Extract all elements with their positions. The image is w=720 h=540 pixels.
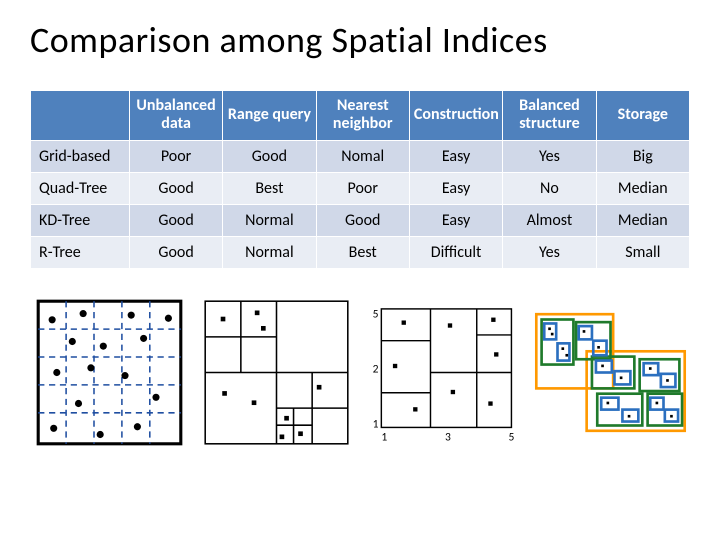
cell: Good (316, 204, 409, 236)
svg-text:5: 5 (373, 307, 379, 321)
row-label: KD-Tree (31, 204, 130, 236)
table-row: R-Tree Good Normal Best Difficult Yes Sm… (31, 236, 690, 268)
illustrations-row: 5 2 1 1 3 5 (30, 295, 690, 450)
row-label: R-Tree (31, 236, 130, 268)
row-label: Quad-Tree (31, 172, 130, 204)
r-tree-diagram (531, 295, 690, 450)
table-row: Quad-Tree Good Best Poor Easy No Median (31, 172, 690, 204)
svg-text:1: 1 (381, 430, 387, 444)
cell: Easy (409, 172, 502, 204)
cell: Small (596, 236, 689, 268)
cell: Yes (503, 140, 596, 172)
cell: Good (129, 236, 222, 268)
table-header: Range query (223, 91, 316, 141)
cell: Difficult (409, 236, 502, 268)
cell: Good (223, 140, 316, 172)
cell: Good (129, 204, 222, 236)
cell: Median (596, 172, 689, 204)
table-header: Unbalanced data (129, 91, 222, 141)
row-label: Grid-based (31, 140, 130, 172)
table-header-blank (31, 91, 130, 141)
table-header: Construction (409, 91, 502, 141)
cell: Poor (316, 172, 409, 204)
svg-text:2: 2 (373, 362, 379, 376)
quad-tree-diagram (197, 295, 356, 450)
slide-title: Comparison among Spatial Indices (30, 18, 690, 62)
cell: Almost (503, 204, 596, 236)
cell: Normal (223, 236, 316, 268)
table-header: Nearest neighbor (316, 91, 409, 141)
cell: Nomal (316, 140, 409, 172)
table-header: Balanced structure (503, 91, 596, 141)
cell: Yes (503, 236, 596, 268)
cell: Best (316, 236, 409, 268)
cell: No (503, 172, 596, 204)
comparison-table: Unbalanced data Range query Nearest neig… (30, 90, 690, 269)
grid-diagram (30, 295, 189, 450)
svg-text:1: 1 (373, 417, 379, 431)
cell: Median (596, 204, 689, 236)
cell: Normal (223, 204, 316, 236)
cell: Easy (409, 140, 502, 172)
svg-text:5: 5 (509, 430, 515, 444)
kd-tree-diagram: 5 2 1 1 3 5 (364, 295, 523, 450)
cell: Best (223, 172, 316, 204)
table-row: Grid-based Poor Good Nomal Easy Yes Big (31, 140, 690, 172)
svg-text:3: 3 (445, 430, 451, 444)
cell: Good (129, 172, 222, 204)
table-row: KD-Tree Good Normal Good Easy Almost Med… (31, 204, 690, 236)
cell: Poor (129, 140, 222, 172)
cell: Big (596, 140, 689, 172)
cell: Easy (409, 204, 502, 236)
table-header: Storage (596, 91, 689, 141)
